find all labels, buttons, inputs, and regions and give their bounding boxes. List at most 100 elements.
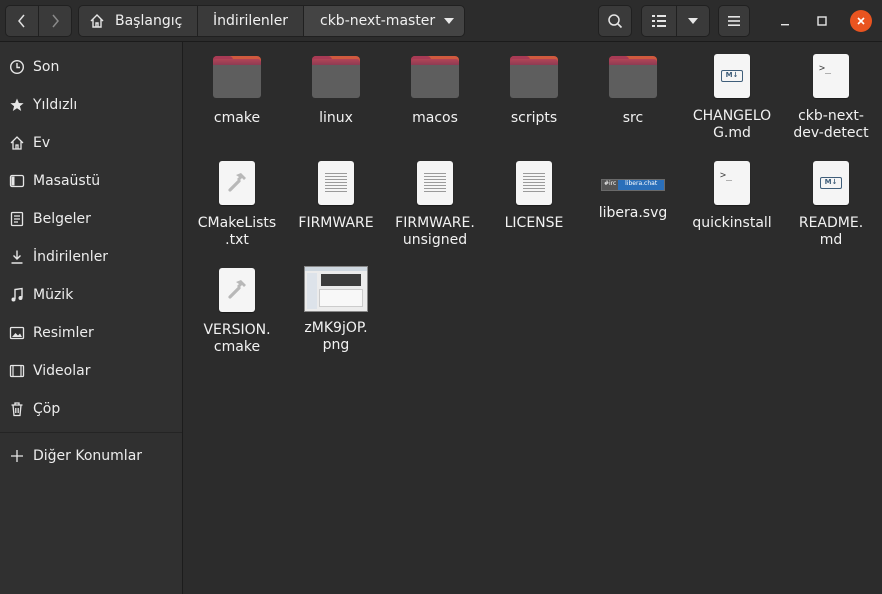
picture-icon [8, 324, 26, 342]
chevron-right-icon [52, 14, 59, 28]
file-name-line: ckb-next- [798, 108, 864, 124]
breadcrumb-label: İndirilenler [213, 13, 289, 29]
breadcrumb-current[interactable]: ckb-next-master [303, 5, 465, 37]
file-item-scripts[interactable]: scripts [486, 54, 582, 127]
trash-icon [8, 400, 26, 418]
close-icon [857, 17, 865, 25]
file-item-macos[interactable]: macos [387, 54, 483, 127]
file-item-cmakelists[interactable]: CMakeLists .txt [189, 161, 285, 249]
chevron-down-icon [444, 18, 454, 24]
file-item-firmware-unsigned[interactable]: FIRMWARE. unsigned [387, 161, 483, 249]
file-item-zmk9jop-png[interactable]: zMK9jOP. png [288, 266, 384, 354]
file-item-cmake[interactable]: cmake [189, 54, 285, 127]
download-icon [8, 248, 26, 266]
star-icon [8, 96, 26, 114]
maximize-icon [817, 16, 827, 26]
file-item-readme[interactable]: M↓ README. md [783, 161, 879, 249]
sidebar-item-label: Son [33, 59, 60, 75]
sidebar-item-downloads[interactable]: İndirilenler [0, 238, 182, 276]
sidebar-item-desktop[interactable]: Masaüstü [0, 162, 182, 200]
file-name: src [622, 110, 644, 126]
back-button[interactable] [5, 5, 39, 37]
sidebar-item-recent[interactable]: Son [0, 48, 182, 86]
file-name: FIRMWARE. unsigned [387, 215, 483, 249]
music-icon [8, 286, 26, 304]
list-view-button[interactable] [641, 5, 677, 37]
search-icon [608, 14, 623, 29]
file-item-version-cmake[interactable]: VERSION. cmake [189, 268, 285, 356]
sidebar-item-label: İndirilenler [33, 249, 109, 265]
hammer-file-icon [213, 268, 261, 316]
file-name-line: unsigned [402, 232, 468, 248]
sidebar-item-videos[interactable]: Videolar [0, 352, 182, 390]
file-name-line: CHANGELO [692, 108, 772, 124]
chevron-left-icon [18, 14, 25, 28]
breadcrumb-home[interactable]: Başlangıç [78, 5, 198, 37]
sidebar-item-other-locations[interactable]: Diğer Konumlar [0, 437, 182, 475]
file-name: cmake [213, 110, 261, 126]
file-item-linux[interactable]: linux [288, 54, 384, 127]
sidebar: Son Yıldızlı Ev Masaüstü Belgeler İndiri… [0, 42, 183, 594]
file-item-ckb-next-dev-detect[interactable]: >_ ckb-next-dev-detect [783, 54, 879, 142]
file-name: ckb-next-dev-detect [783, 108, 879, 142]
file-name: quickinstall [692, 215, 772, 231]
file-name-line: zMK9jOP. [304, 320, 368, 336]
list-view-icon [652, 15, 666, 27]
minimize-icon [781, 24, 789, 26]
file-item-libera-svg[interactable]: #irc libera.chat libera.svg [585, 161, 681, 222]
sidebar-item-label: Ev [33, 135, 51, 151]
file-name: CHANGELO G.md [684, 108, 780, 142]
search-button[interactable] [598, 5, 632, 37]
file-name-line: G.md [713, 125, 751, 141]
sidebar-item-pictures[interactable]: Resimler [0, 314, 182, 352]
folder-icon [609, 56, 657, 104]
sidebar-item-documents[interactable]: Belgeler [0, 200, 182, 238]
file-name-line: README. [798, 215, 864, 231]
terminal-script-icon: >_ [708, 161, 756, 209]
file-name: macos [412, 110, 458, 126]
file-name-line: FIRMWARE. [395, 215, 475, 231]
file-name-line: md [819, 232, 843, 248]
file-name: libera.svg [598, 205, 668, 221]
sidebar-item-starred[interactable]: Yıldızlı [0, 86, 182, 124]
breadcrumb-downloads[interactable]: İndirilenler [197, 5, 304, 37]
view-options-button[interactable] [676, 5, 710, 37]
clock-icon [8, 58, 26, 76]
file-item-quickinstall[interactable]: >_ quickinstall [684, 161, 780, 232]
forward-button[interactable] [38, 5, 72, 37]
sidebar-item-label: Yıldızlı [33, 97, 78, 113]
file-item-license[interactable]: LICENSE [486, 161, 582, 232]
file-item-src[interactable]: src [585, 54, 681, 127]
maximize-button[interactable] [811, 10, 833, 32]
minimize-button[interactable] [774, 10, 796, 32]
sidebar-divider [0, 432, 182, 433]
file-item-firmware[interactable]: FIRMWARE [288, 161, 384, 232]
sidebar-item-home[interactable]: Ev [0, 124, 182, 162]
desktop-icon [8, 172, 26, 190]
markdown-file-icon: M↓ [807, 161, 855, 209]
file-name-line: png [322, 337, 350, 353]
text-file-icon [510, 161, 558, 209]
svg-thumbnail: #irc libera.chat [601, 179, 665, 191]
home-icon [90, 14, 104, 28]
file-item-changelog[interactable]: M↓ CHANGELO G.md [684, 54, 780, 142]
sidebar-item-label: Diğer Konumlar [33, 448, 143, 464]
file-name-line: VERSION. [203, 322, 271, 338]
sidebar-item-trash[interactable]: Çöp [0, 390, 182, 428]
chevron-down-icon [688, 18, 698, 24]
file-name: zMK9jOP. png [288, 320, 384, 354]
breadcrumb-label: Başlangıç [115, 13, 183, 29]
file-name: CMakeLists .txt [189, 215, 285, 249]
file-name: LICENSE [504, 215, 564, 231]
file-name-line: .txt [225, 232, 249, 248]
main-menu-button[interactable] [718, 5, 750, 37]
markdown-file-icon: M↓ [708, 54, 756, 102]
close-button[interactable] [850, 10, 872, 32]
terminal-script-icon: >_ [807, 54, 855, 102]
sidebar-item-music[interactable]: Müzik [0, 276, 182, 314]
text-file-icon [411, 161, 459, 209]
hammer-file-icon [213, 161, 261, 209]
file-name: README. md [783, 215, 879, 249]
breadcrumb-label: ckb-next-master [320, 13, 436, 29]
sidebar-item-label: Resimler [33, 325, 94, 341]
